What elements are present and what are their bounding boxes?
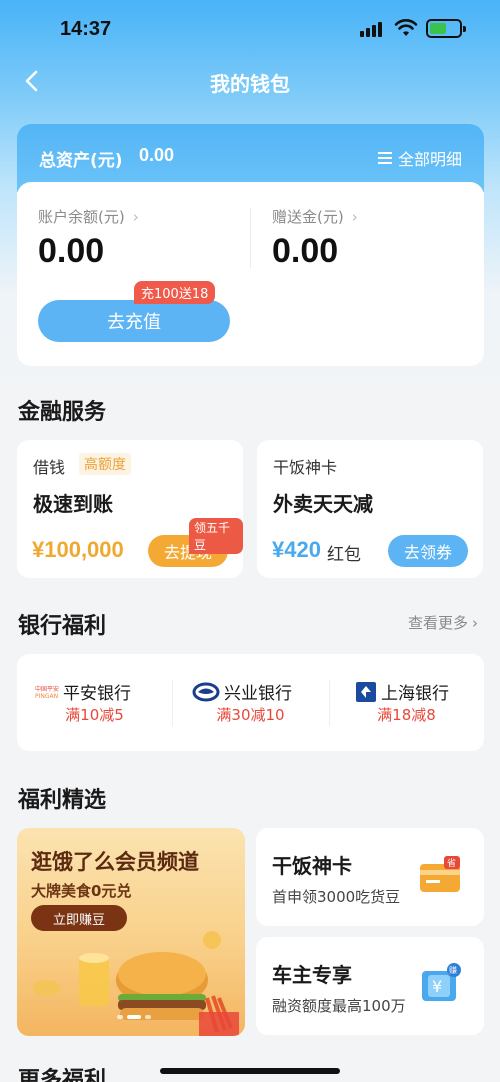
loan-card[interactable]: 借钱 高额度 极速到账 ¥100,000 去提现 领五千豆 (17, 440, 243, 578)
pingan-logo-icon: 中国平安 PINGAN (35, 685, 59, 700)
meal-card-label: 干饭神卡 (273, 458, 338, 477)
food-illustration (33, 931, 239, 1036)
chevron-right-icon: › (351, 208, 358, 226)
view-more-link[interactable]: 查看更多 › (408, 612, 478, 633)
meal-card[interactable]: 干饭神卡 外卖天天减 ¥420 红包 去领券 (257, 440, 483, 578)
total-assets-label: 总资产(元) (39, 151, 123, 171)
home-indicator (160, 1068, 340, 1074)
bank-benefits-card: 中国平安 PINGAN 平安银行 满10减5 兴业银行 满30减10 上海银行 … (17, 654, 484, 751)
battery-icon (426, 19, 466, 38)
recharge-promo-badge: 充100送18 (134, 281, 216, 304)
bosc-logo-icon (356, 681, 376, 702)
bank-item-cib[interactable]: 兴业银行 满30减10 (173, 654, 328, 751)
bean-reward-badge: 领五千豆 (189, 518, 243, 554)
bank-name: 平安银行 (63, 684, 131, 704)
benefit-subtitle: 首申领3000吃货豆 (272, 888, 401, 906)
selected-section-title: 福利精选 (18, 788, 107, 813)
eleme-promo-banner[interactable]: 逛饿了么会员频道 大牌美食0元兑 立即赚豆 (17, 828, 245, 1036)
more-benefits-title: 更多福利 (18, 1068, 107, 1082)
all-details-label: 全部明细 (397, 150, 462, 169)
bank-offer: 满10减5 (65, 706, 124, 724)
claim-coupon-button[interactable]: 去领券 (388, 535, 468, 567)
bank-offer: 满30减10 (216, 706, 285, 724)
gift-value: 0.00 (272, 232, 339, 270)
list-icon (377, 152, 392, 164)
bank-name: 上海银行 (381, 684, 449, 704)
page-title: 我的钱包 (210, 72, 290, 96)
meal-card-benefit[interactable]: 干饭神卡 首申领3000吃货豆 省 (256, 828, 484, 926)
recharge-button[interactable]: 去充值 (38, 300, 230, 342)
cellular-signal-icon (360, 21, 386, 37)
high-limit-badge: 高额度 (79, 453, 131, 475)
finance-section-title: 金融服务 (18, 400, 107, 425)
car-owner-benefit[interactable]: 车主专享 融资额度最高100万 ¥ 赚 (256, 937, 484, 1035)
chevron-right-icon: › (132, 208, 139, 226)
chevron-right-icon: › (472, 614, 478, 632)
svg-text:中国平安: 中国平安 (35, 685, 59, 693)
svg-text:PINGAN: PINGAN (35, 693, 58, 700)
benefit-subtitle: 融资额度最高100万 (272, 997, 406, 1015)
bank-item-bosc[interactable]: 上海银行 满18减8 (329, 654, 484, 751)
asset-body: 账户余额(元) › 0.00 赠送金(元) › 0.00 去充值 充100送18 (17, 182, 484, 366)
cib-logo-icon (192, 682, 220, 701)
total-assets-value: 0.00 (139, 145, 175, 165)
svg-text:省: 省 (447, 857, 456, 869)
balance-value: 0.00 (38, 232, 105, 270)
loan-label: 借钱 (33, 458, 66, 477)
column-divider (250, 208, 251, 268)
bank-section-title: 银行福利 (18, 614, 107, 639)
red-packet-amount: ¥420 (272, 537, 321, 562)
bank-offer: 满18减8 (377, 706, 436, 724)
banner-subtitle: 大牌美食0元兑 (31, 882, 132, 900)
benefit-title: 车主专享 (272, 963, 352, 987)
wifi-icon (394, 19, 418, 36)
gift-label[interactable]: 赠送金(元) › (272, 206, 358, 227)
balance-label[interactable]: 账户余额(元) › (38, 206, 139, 227)
bank-name: 兴业银行 (224, 684, 292, 704)
carousel-dots (117, 1015, 151, 1019)
yen-ticket-icon: ¥ 赚 (422, 963, 461, 1001)
bank-item-pingan[interactable]: 中国平安 PINGAN 平安银行 满10减5 (17, 654, 172, 751)
banner-title: 逛饿了么会员频道 (31, 850, 199, 874)
svg-text:赚: 赚 (449, 965, 457, 975)
status-bar: 14:37 (0, 0, 500, 60)
nav-bar: 我的钱包 (0, 60, 500, 104)
svg-text:¥: ¥ (432, 977, 442, 996)
loan-headline: 极速到账 (33, 492, 113, 516)
asset-card: 总资产(元) 0.00 全部明细 账户余额(元) › 0.00 赠送金(元) › 0… (17, 124, 484, 366)
status-time: 14:37 (60, 18, 112, 40)
all-details-link[interactable]: 全部明细 (377, 146, 462, 170)
red-packet-unit: 红包 (327, 545, 361, 565)
card-save-icon: 省 (420, 856, 460, 892)
meal-card-headline: 外卖天天减 (273, 492, 373, 516)
benefit-title: 干饭神卡 (272, 854, 352, 878)
loan-amount: ¥100,000 (32, 537, 124, 562)
